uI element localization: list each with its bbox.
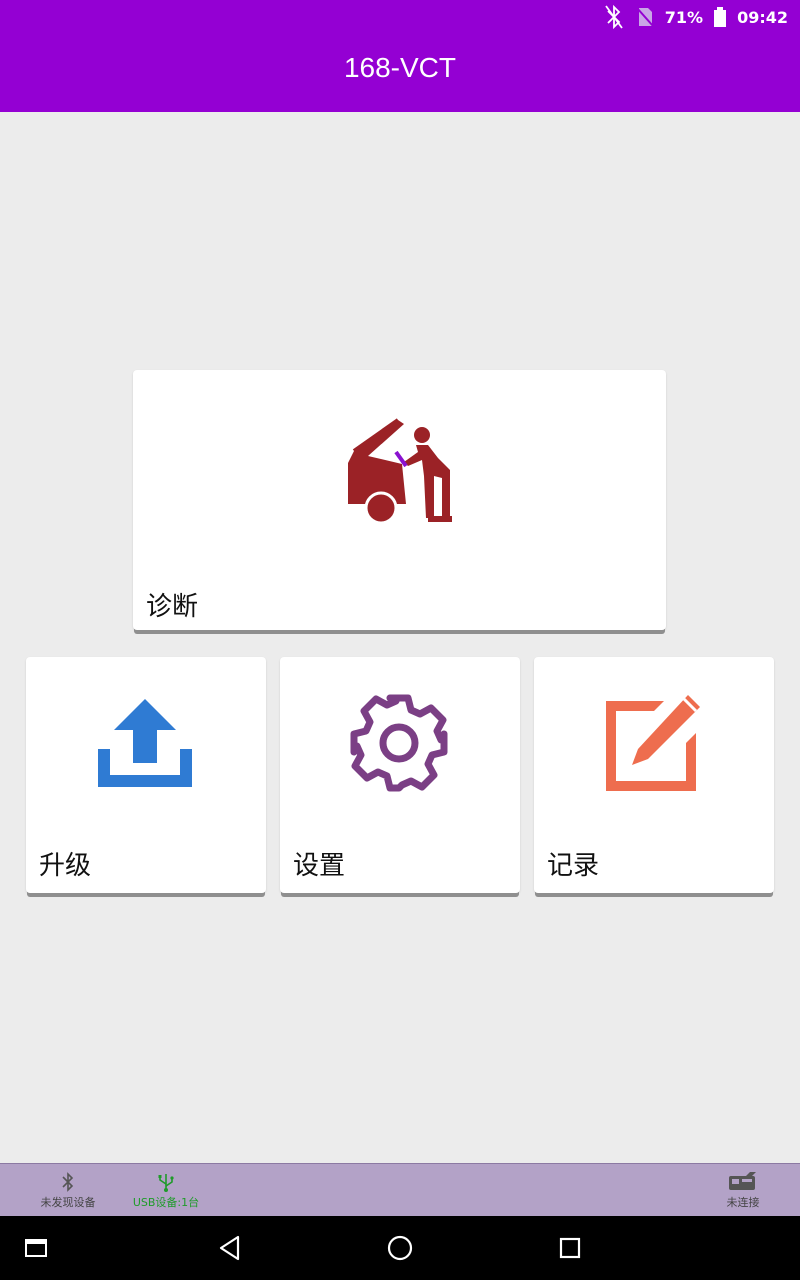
gear-icon <box>350 694 448 792</box>
usb-status[interactable]: USB设备:1台 <box>128 1164 204 1217</box>
recent-apps-button[interactable] <box>20 1232 52 1264</box>
home-icon <box>387 1235 413 1261</box>
bluetooth-icon <box>62 1171 74 1192</box>
usb-status-label: USB设备:1台 <box>132 1195 200 1209</box>
upload-icon <box>98 699 192 787</box>
diagnosis-label: 诊断 <box>146 592 199 622</box>
connection-status-label: 未连接 <box>726 1195 760 1209</box>
usb-icon <box>158 1173 174 1192</box>
mechanic-car-icon <box>348 418 452 525</box>
overview-icon <box>559 1237 581 1259</box>
edit-icon <box>606 695 700 791</box>
overview-button[interactable] <box>554 1232 586 1264</box>
vci-device-icon <box>729 1171 756 1190</box>
connection-status[interactable]: 未连接 <box>712 1164 774 1217</box>
records-label: 记录 <box>547 851 600 881</box>
bluetooth-status[interactable]: 未发现设备 <box>30 1164 106 1217</box>
battery-percent: 71% <box>664 7 704 27</box>
back-icon <box>219 1235 240 1261</box>
page-title: 168-VCT <box>343 52 457 83</box>
settings-card[interactable]: 设置 <box>280 657 520 893</box>
home-button[interactable] <box>384 1232 416 1264</box>
upgrade-card[interactable]: 升级 <box>26 657 266 893</box>
upgrade-label: 升级 <box>39 851 92 881</box>
status-bar: 71% 09:42 <box>603 0 800 34</box>
no-sim-icon <box>635 6 655 28</box>
records-card[interactable]: 记录 <box>534 657 774 893</box>
battery-icon <box>713 6 727 28</box>
settings-label: 设置 <box>293 851 346 881</box>
recent-apps-icon <box>25 1239 47 1257</box>
device-status-bar: 未发现设备 USB设备:1台 未连接 <box>0 1163 800 1216</box>
navigation-bar <box>0 1216 800 1280</box>
app-bar: 71% 09:42 168-VCT <box>0 0 800 112</box>
bluetooth-status-label: 未发现设备 <box>40 1195 96 1209</box>
clock: 09:42 <box>737 7 788 27</box>
back-button[interactable] <box>214 1232 246 1264</box>
bluetooth-off-icon <box>603 4 625 30</box>
diagnosis-card[interactable]: 诊断 <box>133 370 666 630</box>
